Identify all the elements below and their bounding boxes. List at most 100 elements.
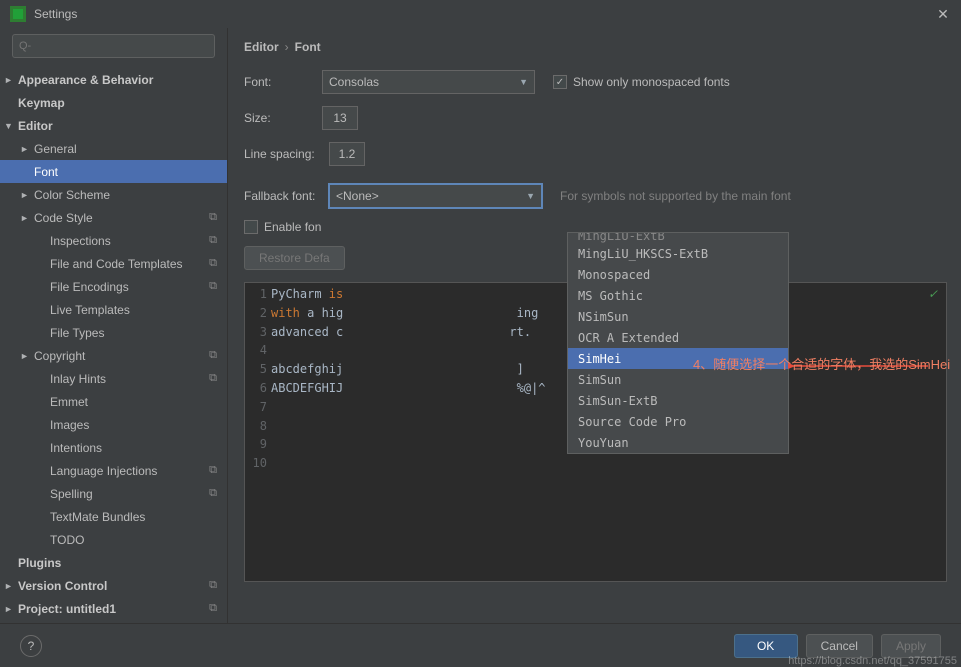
sidebar-item-label: File Encodings xyxy=(50,280,129,294)
copy-icon: ⧉ xyxy=(209,487,217,500)
sidebar-item-label: Inlay Hints xyxy=(50,372,106,386)
content-panel: Editor›Font Font: Consolas▼ ✓ Show only … xyxy=(228,28,961,628)
sidebar-item-keymap[interactable]: Keymap xyxy=(0,91,227,114)
expand-icon: ► xyxy=(20,190,30,200)
sidebar-item-label: Language Injections xyxy=(50,464,157,478)
apply-button[interactable]: Apply xyxy=(881,634,941,658)
sidebar: ► Appearance & Behavior Keymap ▼ Editor ► Gene… xyxy=(0,28,228,628)
sidebar-item-label: Spelling xyxy=(50,487,93,501)
sidebar-item-label: Inspections xyxy=(50,234,111,248)
sidebar-item-label: Color Scheme xyxy=(34,188,110,202)
copy-icon: ⧉ xyxy=(209,211,217,224)
sidebar-item-editor[interactable]: ▼ Editor xyxy=(0,114,227,137)
sidebar-item-label: File and Code Templates xyxy=(50,257,183,271)
sidebar-item-copyright[interactable]: ► Copyright ⧉ xyxy=(0,344,227,367)
copy-icon: ⧉ xyxy=(209,579,217,592)
copy-icon: ⧉ xyxy=(209,257,217,270)
close-icon[interactable]: ✕ xyxy=(935,6,951,23)
copy-icon: ⧉ xyxy=(209,602,217,615)
sidebar-item-label: Intentions xyxy=(50,441,102,455)
dropdown-option[interactable]: NSimSun xyxy=(568,306,788,327)
expand-icon: ► xyxy=(20,144,30,154)
fallback-dropdown[interactable]: MingLiU-ExtBMingLiU_HKSCS-ExtBMonospaced… xyxy=(567,232,789,454)
sidebar-item-appearance-behavior[interactable]: ► Appearance & Behavior xyxy=(0,68,227,91)
copy-icon: ⧉ xyxy=(209,372,217,385)
sidebar-item-label: Live Templates xyxy=(50,303,130,317)
search-input[interactable] xyxy=(12,34,215,58)
window-title: Settings xyxy=(34,7,77,21)
sidebar-item-inspections[interactable]: Inspections ⧉ xyxy=(0,229,227,252)
sidebar-item-plugins[interactable]: Plugins xyxy=(0,551,227,574)
fallback-hint: For symbols not supported by the main fo… xyxy=(560,189,791,203)
sidebar-item-label: Version Control xyxy=(18,579,107,593)
expand-icon: ► xyxy=(20,213,30,223)
fallback-combo[interactable]: <None>▼ xyxy=(329,184,542,208)
font-combo[interactable]: Consolas▼ xyxy=(322,70,535,94)
copy-icon: ⧉ xyxy=(209,464,217,477)
monospaced-checkbox[interactable]: ✓ Show only monospaced fonts xyxy=(553,75,730,89)
font-label: Font: xyxy=(244,75,322,89)
sidebar-item-color-scheme[interactable]: ► Color Scheme xyxy=(0,183,227,206)
ok-button[interactable]: OK xyxy=(734,634,798,658)
app-icon xyxy=(10,6,26,22)
restore-defaults-button[interactable]: Restore Defa xyxy=(244,246,345,270)
sidebar-item-label: Plugins xyxy=(18,556,61,570)
sidebar-item-label: File Types xyxy=(50,326,104,340)
sidebar-item-label: Images xyxy=(50,418,89,432)
sidebar-item-label: Project: untitled1 xyxy=(18,602,116,616)
annotation-text: 4、随便选择一个合适的字体，我选的SimHei xyxy=(693,356,953,374)
sidebar-item-general[interactable]: ► General xyxy=(0,137,227,160)
ligatures-checkbox[interactable]: Enable fon xyxy=(244,220,321,234)
sidebar-item-emmet[interactable]: Emmet xyxy=(0,390,227,413)
spacing-label: Line spacing: xyxy=(244,147,329,161)
expand-icon: ► xyxy=(4,604,14,614)
sidebar-item-file-encodings[interactable]: File Encodings ⧉ xyxy=(0,275,227,298)
dropdown-option[interactable]: SimSun-ExtB xyxy=(568,390,788,411)
sidebar-item-label: Code Style xyxy=(34,211,93,225)
expand-icon: ► xyxy=(20,351,30,361)
copy-icon: ⧉ xyxy=(209,349,217,362)
size-label: Size: xyxy=(244,111,322,125)
sidebar-item-label: Appearance & Behavior xyxy=(18,73,153,87)
dropdown-option[interactable]: OCR A Extended xyxy=(568,327,788,348)
sidebar-item-label: Keymap xyxy=(18,96,65,110)
sidebar-item-spelling[interactable]: Spelling ⧉ xyxy=(0,482,227,505)
sidebar-item-label: General xyxy=(34,142,77,156)
dropdown-option[interactable]: MS Gothic xyxy=(568,285,788,306)
sidebar-item-label: Emmet xyxy=(50,395,88,409)
size-input[interactable]: 13 xyxy=(322,106,358,130)
sidebar-item-font[interactable]: Font xyxy=(0,160,227,183)
dropdown-option[interactable]: MingLiU_HKSCS-ExtB xyxy=(568,243,788,264)
sidebar-item-label: TextMate Bundles xyxy=(50,510,145,524)
sidebar-item-project-untitled1[interactable]: ► Project: untitled1 ⧉ xyxy=(0,597,227,620)
help-button[interactable]: ? xyxy=(20,635,42,657)
sidebar-item-label: Copyright xyxy=(34,349,85,363)
sidebar-item-file-types[interactable]: File Types xyxy=(0,321,227,344)
sidebar-item-file-and-code-templates[interactable]: File and Code Templates ⧉ xyxy=(0,252,227,275)
dropdown-option[interactable]: YouYuan xyxy=(568,432,788,453)
check-icon: ✓ xyxy=(928,287,938,301)
dropdown-option[interactable]: Source Code Pro xyxy=(568,411,788,432)
sidebar-item-inlay-hints[interactable]: Inlay Hints ⧉ xyxy=(0,367,227,390)
cancel-button[interactable]: Cancel xyxy=(806,634,873,658)
dropdown-option[interactable]: Monospaced xyxy=(568,264,788,285)
sidebar-item-textmate-bundles[interactable]: TextMate Bundles xyxy=(0,505,227,528)
expand-icon: ▼ xyxy=(4,121,14,131)
sidebar-item-intentions[interactable]: Intentions xyxy=(0,436,227,459)
copy-icon: ⧉ xyxy=(209,280,217,293)
sidebar-item-label: Editor xyxy=(18,119,53,133)
sidebar-item-images[interactable]: Images xyxy=(0,413,227,436)
dropdown-option[interactable]: MingLiU-ExtB xyxy=(568,233,788,243)
copy-icon: ⧉ xyxy=(209,234,217,247)
watermark: https://blog.csdn.net/qq_37591755 xyxy=(788,655,957,667)
expand-icon: ► xyxy=(4,581,14,591)
sidebar-item-todo[interactable]: TODO xyxy=(0,528,227,551)
spacing-input[interactable]: 1.2 xyxy=(329,142,365,166)
chevron-down-icon: ▼ xyxy=(526,191,535,201)
sidebar-item-live-templates[interactable]: Live Templates xyxy=(0,298,227,321)
chevron-down-icon: ▼ xyxy=(519,77,528,87)
sidebar-item-code-style[interactable]: ► Code Style ⧉ xyxy=(0,206,227,229)
sidebar-item-language-injections[interactable]: Language Injections ⧉ xyxy=(0,459,227,482)
expand-icon: ► xyxy=(4,75,14,85)
sidebar-item-version-control[interactable]: ► Version Control ⧉ xyxy=(0,574,227,597)
